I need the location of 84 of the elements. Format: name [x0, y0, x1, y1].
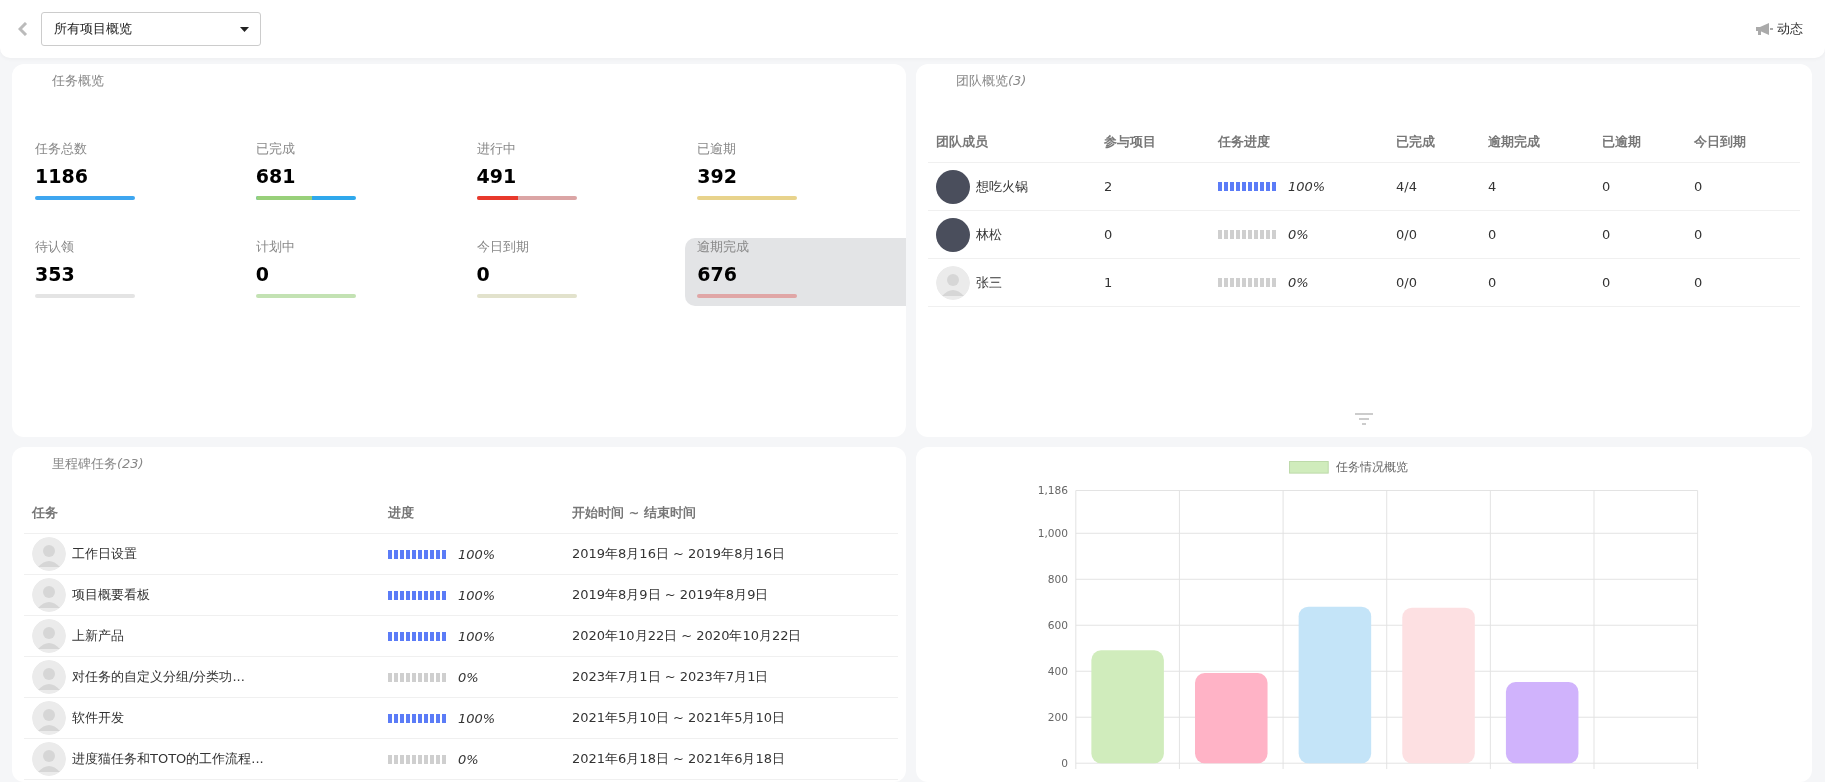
table-cell: 1: [1104, 275, 1113, 290]
progress-percent: 0%: [458, 751, 479, 767]
chart-legend[interactable]: 任务情况概览: [1289, 460, 1408, 475]
table-cell: 0: [1694, 179, 1703, 194]
table-cell: 0/0: [1396, 275, 1417, 290]
stat-item[interactable]: 今日到期 0: [464, 238, 686, 306]
date-range: 2021年5月10日 ~ 2021年5月10日: [572, 710, 785, 725]
megaphone-icon: [1755, 22, 1773, 36]
progress-percent: 100%: [458, 628, 496, 644]
member-name: 林松: [976, 225, 1002, 244]
default-avatar-icon: [32, 742, 66, 776]
back-chevron-icon[interactable]: [18, 22, 28, 36]
progress-percent: 0%: [458, 669, 479, 685]
y-tick-label: 1,000: [1037, 527, 1069, 541]
column-header: 任务: [24, 493, 380, 534]
column-header: 进度: [380, 493, 564, 534]
column-header: 今日到期: [1686, 122, 1800, 163]
stat-item[interactable]: 已完成 681: [243, 140, 465, 208]
default-avatar-icon: [32, 537, 66, 571]
default-avatar-icon: [936, 265, 970, 300]
default-avatar-icon: [32, 619, 66, 653]
stat-item[interactable]: 计划中 0: [243, 238, 465, 306]
table-cell: 0: [1488, 275, 1497, 290]
panel-title: 团队概览(3): [955, 72, 1028, 90]
progress-percent: 0%: [1288, 275, 1309, 290]
y-tick-label: 600: [1047, 619, 1069, 633]
progress-percent: 100%: [458, 546, 496, 562]
table-cell: 2: [1104, 179, 1113, 194]
column-header: 团队成员: [928, 122, 1096, 163]
panel-title: 任务概览: [51, 72, 105, 90]
caret-icon: [240, 26, 249, 32]
project-select[interactable]: 所有项目概览: [41, 12, 261, 46]
progress-percent: 100%: [458, 587, 496, 603]
stat-item[interactable]: 待认领 353: [23, 238, 244, 306]
table-cell: 0: [1104, 227, 1113, 242]
table-cell: 0: [1602, 179, 1611, 194]
table-cell: 4/4: [1396, 179, 1417, 194]
default-avatar-icon: [32, 660, 66, 694]
task-name[interactable]: 进度猫任务和TOTO的工作流程...: [72, 750, 264, 768]
default-avatar-icon: [32, 701, 66, 735]
stat-item[interactable]: 已逾期 392: [685, 140, 906, 208]
column-header: 逾期完成: [1480, 122, 1594, 163]
filter-icon[interactable]: [1355, 413, 1373, 425]
task-name[interactable]: 上新产品: [72, 627, 124, 645]
y-tick-label: 1,186: [1037, 484, 1069, 498]
task-name[interactable]: 对任务的自定义分组/分类功...: [72, 668, 245, 686]
column-header: 已完成: [1388, 122, 1480, 163]
member-name: 想吃火锅: [976, 177, 1028, 196]
y-tick-label: 0: [1061, 757, 1069, 770]
table-cell: 0: [1602, 227, 1611, 242]
table-cell: 0: [1602, 275, 1611, 290]
column-header: 已逾期: [1594, 122, 1686, 163]
y-tick-label: 400: [1047, 665, 1069, 679]
default-avatar-icon: [32, 578, 66, 612]
progress-percent: 100%: [458, 710, 496, 726]
member-name: 张三: [976, 273, 1002, 292]
table-cell: 4: [1488, 179, 1497, 194]
table-cell: 0/0: [1396, 227, 1417, 242]
activity-button[interactable]: 动态: [1755, 20, 1803, 38]
table-cell: 0: [1488, 227, 1497, 242]
avatar-photo-placeholder: [936, 169, 970, 204]
date-range: 2020年10月22日 ~ 2020年10月22日: [572, 628, 802, 643]
date-range: 2019年8月9日 ~ 2019年8月9日: [572, 587, 769, 602]
progress-percent: 0%: [1288, 227, 1309, 242]
task-name[interactable]: 软件开发: [72, 709, 124, 727]
table-cell: 0: [1694, 275, 1703, 290]
stat-item[interactable]: 任务总数 1186: [23, 140, 244, 208]
table-cell: 0: [1694, 227, 1703, 242]
date-range: 2019年8月16日 ~ 2019年8月16日: [572, 546, 785, 561]
avatar-photo-placeholder: [936, 217, 970, 252]
column-header: 任务进度: [1210, 122, 1388, 163]
date-range: 2023年7月1日 ~ 2023年7月1日: [572, 669, 769, 684]
legend-label: 任务情况概览: [1334, 460, 1408, 475]
stat-card-highlighted[interactable]: 逾期完成 676: [685, 238, 906, 306]
progress-percent: 100%: [1288, 179, 1326, 194]
panel-title: 里程碑任务(23): [51, 455, 145, 473]
task-name[interactable]: 项目概要看板: [72, 586, 150, 604]
stat-item[interactable]: 进行中 491: [464, 140, 686, 208]
task-name[interactable]: 工作日设置: [72, 545, 137, 563]
column-header: 参与项目: [1096, 122, 1210, 163]
date-range: 2021年6月18日 ~ 2021年6月18日: [572, 751, 785, 766]
column-header: 开始时间 ~ 结束时间: [564, 493, 898, 534]
y-tick-label: 200: [1047, 711, 1069, 725]
y-tick-label: 800: [1047, 573, 1069, 587]
